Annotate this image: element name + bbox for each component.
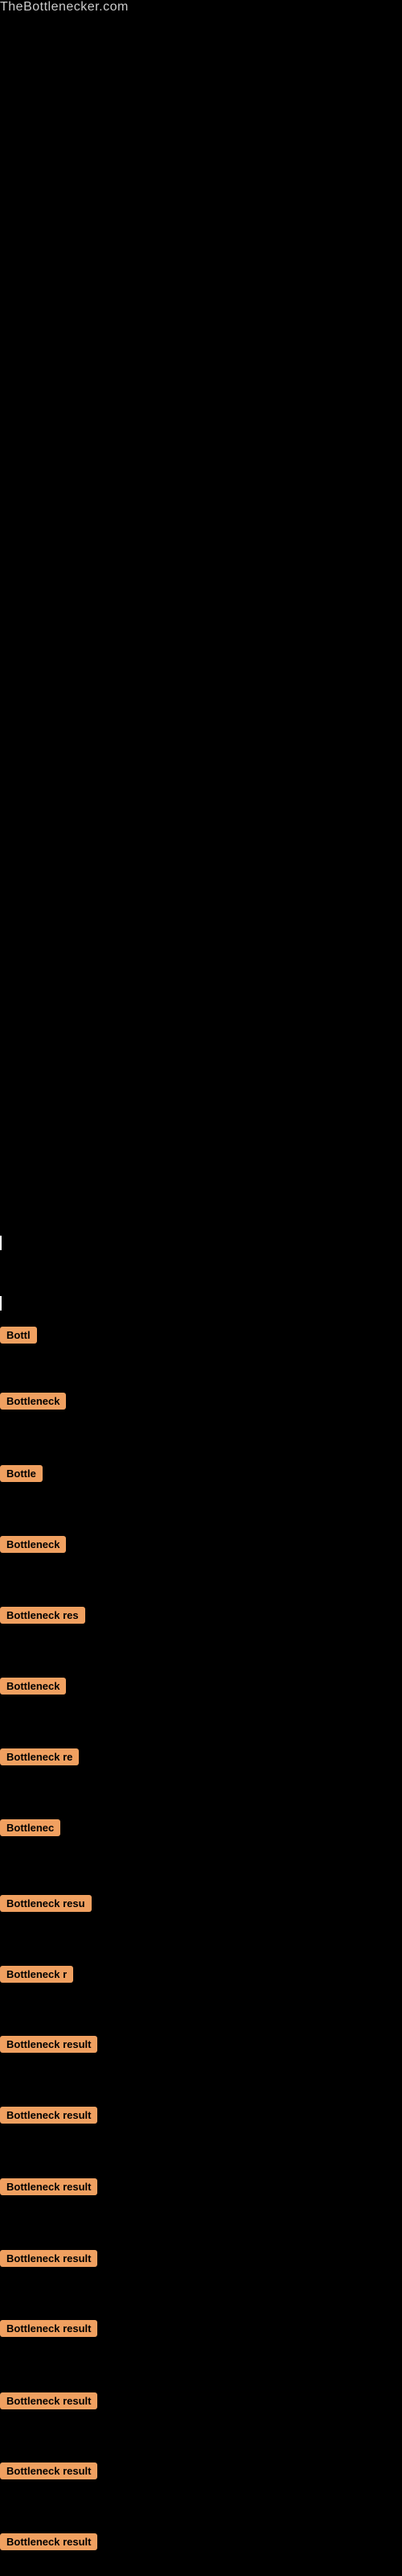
bottleneck-result-label[interactable]: Bottleneck result — [0, 2178, 97, 2195]
bottleneck-result-label[interactable]: Bottleneck res — [0, 1607, 85, 1624]
site-title: TheBottlenecker.com — [0, 0, 129, 14]
bottleneck-result-label[interactable]: Bottleneck — [0, 1536, 66, 1553]
bottleneck-result-label[interactable]: Bottleneck result — [0, 2462, 97, 2479]
bottleneck-result-label[interactable]: Bottleneck result — [0, 2036, 97, 2053]
bottleneck-result-label[interactable]: Bottleneck — [0, 1678, 66, 1695]
bottleneck-result-label[interactable]: Bottlenec — [0, 1819, 60, 1836]
bottleneck-result-label[interactable]: Bottleneck result — [0, 2533, 97, 2550]
bottleneck-result-label[interactable]: Bottleneck result — [0, 2320, 97, 2337]
bottleneck-result-label[interactable]: Bottleneck result — [0, 2107, 97, 2124]
bottleneck-result-label[interactable]: Bottl — [0, 1327, 37, 1344]
cursor-1 — [0, 1236, 2, 1250]
bottleneck-result-label[interactable]: Bottleneck r — [0, 1966, 73, 1983]
bottleneck-result-label[interactable]: Bottleneck — [0, 1393, 66, 1410]
bottleneck-result-label[interactable]: Bottleneck result — [0, 2250, 97, 2267]
bottleneck-result-label[interactable]: Bottle — [0, 1465, 43, 1482]
bottleneck-result-label[interactable]: Bottleneck result — [0, 2392, 97, 2409]
bottleneck-result-label[interactable]: Bottleneck re — [0, 1748, 79, 1765]
bottleneck-result-label[interactable]: Bottleneck resu — [0, 1895, 92, 1912]
cursor-2 — [0, 1296, 2, 1311]
